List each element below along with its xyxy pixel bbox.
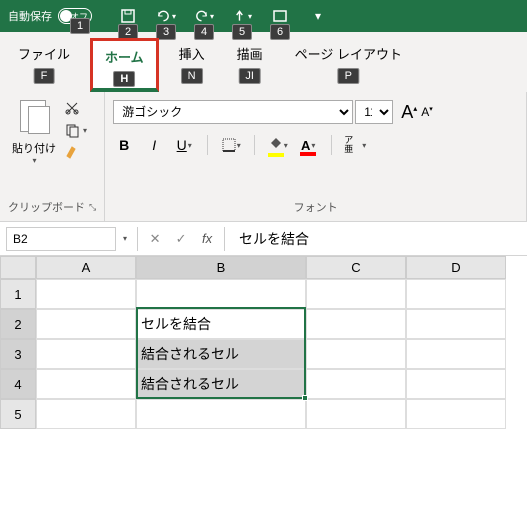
cell-c3[interactable] [306, 339, 406, 369]
font-name-select[interactable]: 游ゴシック [113, 100, 353, 124]
row-header-3[interactable]: 3 [0, 339, 36, 369]
tab-file[interactable]: ファイルF [6, 38, 82, 92]
cell-c4[interactable] [306, 369, 406, 399]
formula-bar: ▾ ✕ ✓ fx [0, 222, 527, 256]
qat-undo[interactable]: ▾3 [156, 6, 176, 26]
italic-button[interactable]: I [143, 134, 165, 156]
qat-redo[interactable]: ▾4 [194, 6, 214, 26]
dialog-launcher-icon[interactable]: ⤡ [89, 202, 96, 213]
tab-home[interactable]: ホームH [90, 38, 159, 92]
cell-d5[interactable] [406, 399, 506, 429]
cell-d1[interactable] [406, 279, 506, 309]
format-painter-button[interactable] [64, 144, 87, 160]
qat-touch[interactable]: ▾5 [232, 6, 252, 26]
select-all-corner[interactable] [0, 256, 36, 279]
row-header-4[interactable]: 4 [0, 369, 36, 399]
qat-save[interactable]: 2 [118, 6, 138, 26]
decrease-font-button[interactable]: A▾ [421, 105, 433, 119]
autosave-toggle[interactable]: 自動保存 オフ 1 [8, 8, 92, 24]
cell-b5[interactable] [136, 399, 306, 429]
fill-color-button[interactable]: ▾ [267, 134, 289, 156]
formula-input[interactable] [229, 227, 527, 251]
col-header-b[interactable]: B [136, 256, 306, 279]
cut-button[interactable] [64, 100, 87, 116]
row-header-2[interactable]: 2 [0, 309, 36, 339]
insert-function-button[interactable]: fx [194, 231, 220, 246]
cell-b3[interactable]: 結合されるセル [136, 339, 306, 369]
fill-handle[interactable] [302, 395, 308, 401]
worksheet-grid: A B C D 1 2 セルを結合 3 結合されるセル 4 結合されるセル 5 [0, 256, 527, 429]
font-color-button[interactable]: A▾ [297, 134, 319, 156]
cell-a1[interactable] [36, 279, 136, 309]
cell-d2[interactable] [406, 309, 506, 339]
key-tip: 1 [70, 18, 90, 34]
name-box-dropdown[interactable]: ▾ [123, 234, 127, 243]
font-size-select[interactable]: 11 [355, 100, 393, 124]
bold-button[interactable]: B [113, 134, 135, 156]
cell-a2[interactable] [36, 309, 136, 339]
cell-c1[interactable] [306, 279, 406, 309]
tab-draw[interactable]: 描画JI [225, 38, 275, 92]
cell-c2[interactable] [306, 309, 406, 339]
enter-formula-button[interactable]: ✓ [168, 231, 194, 247]
paste-button[interactable]: 貼り付け ▾ [8, 96, 60, 165]
cell-a4[interactable] [36, 369, 136, 399]
autosave-label: 自動保存 [8, 8, 52, 24]
col-header-a[interactable]: A [36, 256, 136, 279]
tab-page-layout[interactable]: ページ レイアウトP [283, 38, 414, 92]
cell-b2[interactable]: セルを結合 [136, 309, 306, 339]
cell-a5[interactable] [36, 399, 136, 429]
row-header-1[interactable]: 1 [0, 279, 36, 309]
cancel-formula-button[interactable]: ✕ [142, 231, 168, 247]
qat-more[interactable]: 6 [270, 6, 290, 26]
group-clipboard: 貼り付け ▾ ▾ クリップボード⤡ [0, 92, 105, 221]
name-box[interactable] [6, 227, 116, 251]
border-button[interactable]: ▾ [220, 134, 242, 156]
ribbon-body: 貼り付け ▾ ▾ クリップボード⤡ 游ゴシック 11 A▴ A▾ B [0, 92, 527, 222]
cell-a3[interactable] [36, 339, 136, 369]
cell-b1[interactable] [136, 279, 306, 309]
cell-b4[interactable]: 結合されるセル [136, 369, 306, 399]
ruby-button[interactable]: ア亜▾ [344, 134, 366, 156]
ribbon-tabs: ファイルF ホームH 挿入N 描画JI ページ レイアウトP [0, 32, 527, 92]
col-header-c[interactable]: C [306, 256, 406, 279]
col-header-d[interactable]: D [406, 256, 506, 279]
tab-insert[interactable]: 挿入N [167, 38, 217, 92]
cell-d4[interactable] [406, 369, 506, 399]
underline-button[interactable]: U▾ [173, 134, 195, 156]
increase-font-button[interactable]: A▴ [401, 102, 417, 123]
title-bar: 自動保存 オフ 1 2 ▾3 ▾4 ▾5 6 ▾ [0, 0, 527, 32]
qat-customize[interactable]: ▾ [308, 6, 328, 26]
row-header-5[interactable]: 5 [0, 399, 36, 429]
cell-c5[interactable] [306, 399, 406, 429]
quick-access-toolbar: 2 ▾3 ▾4 ▾5 6 ▾ [118, 6, 328, 26]
group-font: 游ゴシック 11 A▴ A▾ B I U▾ ▾ ▾ A▾ ア亜▾ フォント [105, 92, 527, 221]
paste-icon [16, 96, 52, 136]
copy-button[interactable]: ▾ [64, 122, 87, 138]
cell-d3[interactable] [406, 339, 506, 369]
